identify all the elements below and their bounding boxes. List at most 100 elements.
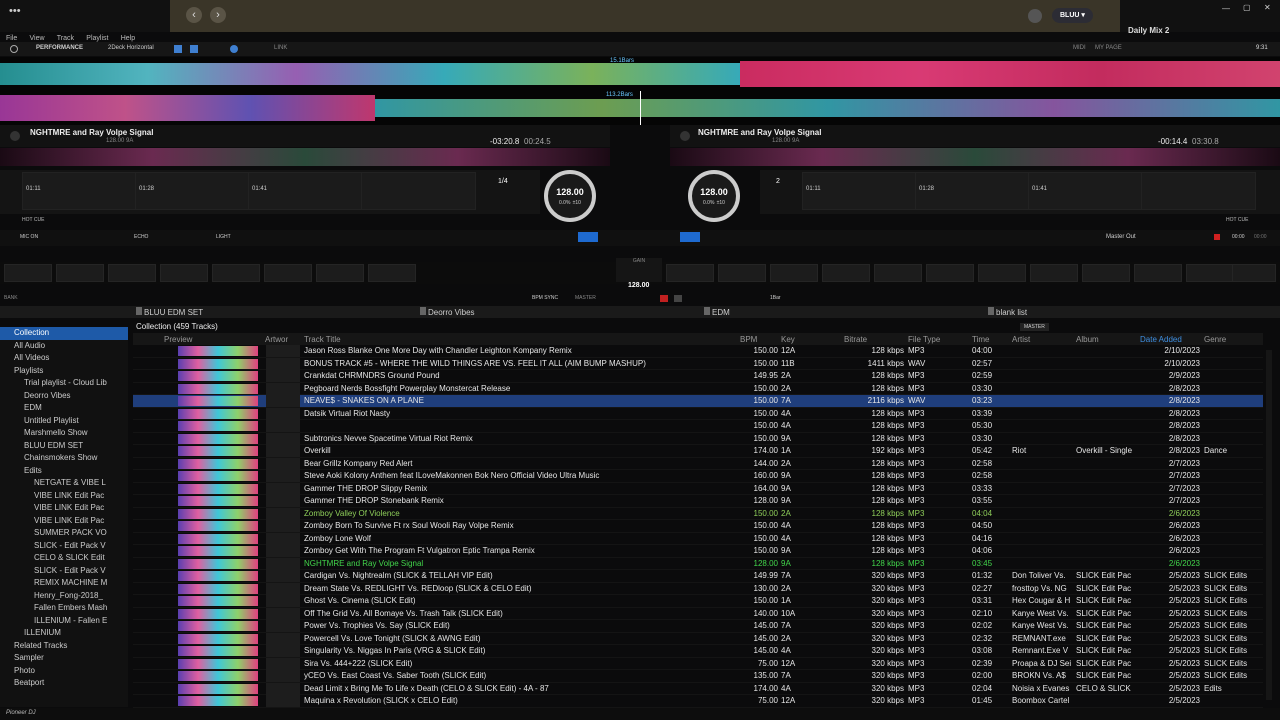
table-row[interactable]: Maquina x Revolution (SLICK x CELO Edit)…: [133, 695, 1263, 708]
table-row[interactable]: Steve Aoki Kolony Anthem feat ILoveMakon…: [133, 470, 1263, 483]
table-row[interactable]: Bear Grillz Kompany Red Alert 144.00 2A 128…: [133, 457, 1263, 470]
echo-select[interactable]: ECHO: [134, 234, 148, 240]
rec-icon[interactable]: [1214, 234, 1220, 240]
col-album[interactable]: Album: [1076, 335, 1099, 344]
master-button[interactable]: MASTER: [575, 295, 596, 301]
menu-file[interactable]: File: [6, 35, 17, 42]
gear-icon[interactable]: [10, 45, 18, 53]
table-row[interactable]: Zomboy Born To Survive Ft rx Soul Wooli …: [133, 520, 1263, 533]
sidebar-item-collection[interactable]: Collection: [0, 327, 128, 340]
waveform-deck2[interactable]: 113.2Bars: [0, 91, 1280, 125]
row-preview-waveform[interactable]: [178, 471, 258, 481]
sampler-pad-20[interactable]: [1232, 264, 1276, 282]
minimize-icon[interactable]: —: [1222, 4, 1230, 13]
mic-button[interactable]: MIC ON: [20, 234, 38, 240]
light-select[interactable]: LIGHT: [216, 234, 231, 240]
row-preview-waveform[interactable]: [178, 458, 258, 469]
mypage-button[interactable]: MY PAGE: [1095, 45, 1122, 51]
table-row[interactable]: Power Vs. Trophies Vs. Say (SLICK Edit) 1…: [133, 620, 1263, 633]
sidebar-item-playlist[interactable]: SLICK - Edit Pack V: [0, 540, 128, 553]
sidebar-item-playlist[interactable]: SLICK - Edit Pack V: [0, 565, 128, 578]
table-row[interactable]: Powercell Vs. Love Tonight (SLICK & AWNG…: [133, 632, 1263, 645]
dots-menu-icon[interactable]: •••: [9, 5, 21, 17]
sidebar-item-playlist[interactable]: Trial playlist - Cloud Lib: [0, 377, 128, 390]
deck1-loop-size[interactable]: 1/4: [498, 178, 508, 185]
row-preview-waveform[interactable]: [178, 671, 258, 681]
col-preview[interactable]: Preview: [164, 335, 192, 344]
row-preview-waveform[interactable]: [178, 521, 258, 531]
deck1-hotcue-c[interactable]: 01:41: [248, 172, 363, 210]
sampler-pad-7[interactable]: [316, 264, 364, 282]
deck2-hotcue-b[interactable]: 01:28: [915, 172, 1030, 210]
row-preview-waveform[interactable]: [178, 633, 258, 644]
row-preview-waveform[interactable]: [178, 571, 258, 581]
table-row[interactable]: NGHTMRE and Ray Volpe Signal 128.00 9A 128 …: [133, 557, 1263, 570]
settings-icon[interactable]: [1028, 9, 1042, 23]
table-row[interactable]: yCEO Vs. East Coast Vs. Saber Tooth (SLI…: [133, 670, 1263, 683]
sampler-pad-15[interactable]: [978, 264, 1026, 282]
row-preview-waveform[interactable]: [178, 583, 258, 594]
row-preview-waveform[interactable]: [178, 696, 258, 706]
menu-view[interactable]: View: [30, 35, 45, 42]
col-title[interactable]: Track Title: [304, 335, 341, 344]
sampler-pad-1[interactable]: [4, 264, 52, 282]
table-row[interactable]: Subtronics Nevve Spacetime Virtual Riot …: [133, 432, 1263, 445]
row-preview-waveform[interactable]: [178, 433, 258, 444]
row-preview-waveform[interactable]: [178, 558, 258, 569]
master-pill[interactable]: MASTER: [1020, 323, 1049, 331]
col-artwork[interactable]: Artwor: [265, 335, 288, 344]
row-preview-waveform[interactable]: [178, 396, 258, 406]
table-row[interactable]: Datsik Virtual Riot Nasty 150.00 4A 128 kbp…: [133, 407, 1263, 420]
col-filetype[interactable]: File Type: [908, 335, 940, 344]
col-time[interactable]: Time: [972, 335, 989, 344]
sampler-pad-17[interactable]: [1082, 264, 1130, 282]
table-row[interactable]: Zomboy Get With The Program Ft Vulgatron…: [133, 545, 1263, 558]
pane-3-title[interactable]: EDM: [712, 308, 730, 317]
sampler-pad-6[interactable]: [264, 264, 312, 282]
table-row[interactable]: Singularity Vs. Niggas In Paris (VRG & S…: [133, 645, 1263, 658]
sidebar-item-playlist[interactable]: EDM: [0, 402, 128, 415]
seq-rec-icon[interactable]: [660, 295, 668, 302]
sampler-pad-19[interactable]: [1186, 264, 1234, 282]
pane-4-title[interactable]: blank list: [996, 308, 1027, 317]
maximize-icon[interactable]: ▢: [1243, 3, 1251, 12]
row-preview-waveform[interactable]: [178, 446, 258, 456]
deck2-overview[interactable]: [670, 148, 1280, 166]
sampler-pad-10[interactable]: [718, 264, 766, 282]
pane-2-title[interactable]: Deorro Vibes: [428, 308, 475, 317]
sidebar-item-photo[interactable]: Photo: [0, 665, 128, 678]
row-preview-waveform[interactable]: [178, 508, 258, 519]
sidebar-item-playlist[interactable]: REMIX MACHINE M: [0, 577, 128, 590]
row-preview-waveform[interactable]: [178, 346, 258, 356]
layout-select[interactable]: 2Deck Horizontal: [108, 45, 154, 51]
sidebar-item-sampler[interactable]: Sampler: [0, 652, 128, 665]
deck1-hotcue-d[interactable]: [361, 172, 476, 210]
seq-play-icon[interactable]: [674, 295, 682, 302]
deck2-jog[interactable]: 128.00 0.0% ±10: [688, 170, 740, 222]
row-preview-waveform[interactable]: [178, 683, 258, 694]
sidebar-item-playlist[interactable]: VIBE LINK Edit Pac: [0, 515, 128, 528]
deck1-overview[interactable]: [0, 148, 610, 166]
layout-icon-1[interactable]: [174, 45, 182, 53]
sidebar-item-playlist[interactable]: VIBE LINK Edit Pac: [0, 490, 128, 503]
pane-1-title[interactable]: BLUU EDM SET: [144, 308, 203, 317]
mode-select[interactable]: PERFORMANCE: [36, 45, 83, 51]
menu-help[interactable]: Help: [121, 35, 135, 42]
sidebar-item-playlist[interactable]: BLUU EDM SET: [0, 440, 128, 453]
bpm-sync-button[interactable]: BPM SYNC: [532, 295, 558, 301]
record-icon[interactable]: [230, 45, 238, 53]
sidebar-item-playlist[interactable]: Fallen Embers Mash: [0, 602, 128, 615]
deck1-load-icon[interactable]: [10, 131, 20, 141]
table-row[interactable]: Pegboard Nerds Bossfight Powerplay Monst…: [133, 382, 1263, 395]
row-preview-waveform[interactable]: [178, 496, 258, 506]
sampler-pad-18[interactable]: [1134, 264, 1182, 282]
sidebar-item-playlist[interactable]: VIBE LINK Edit Pac: [0, 502, 128, 515]
sidebar-item-playlist[interactable]: CELO & SLICK Edit: [0, 552, 128, 565]
row-preview-waveform[interactable]: [178, 371, 258, 381]
col-genre[interactable]: Genre: [1204, 335, 1226, 344]
row-preview-waveform[interactable]: [178, 421, 258, 431]
table-scrollbar[interactable]: [1266, 350, 1272, 700]
layout-icon-2[interactable]: [190, 45, 198, 53]
deck2-hotcue-c[interactable]: 01:41: [1028, 172, 1143, 210]
back-icon[interactable]: ‹: [186, 7, 202, 23]
